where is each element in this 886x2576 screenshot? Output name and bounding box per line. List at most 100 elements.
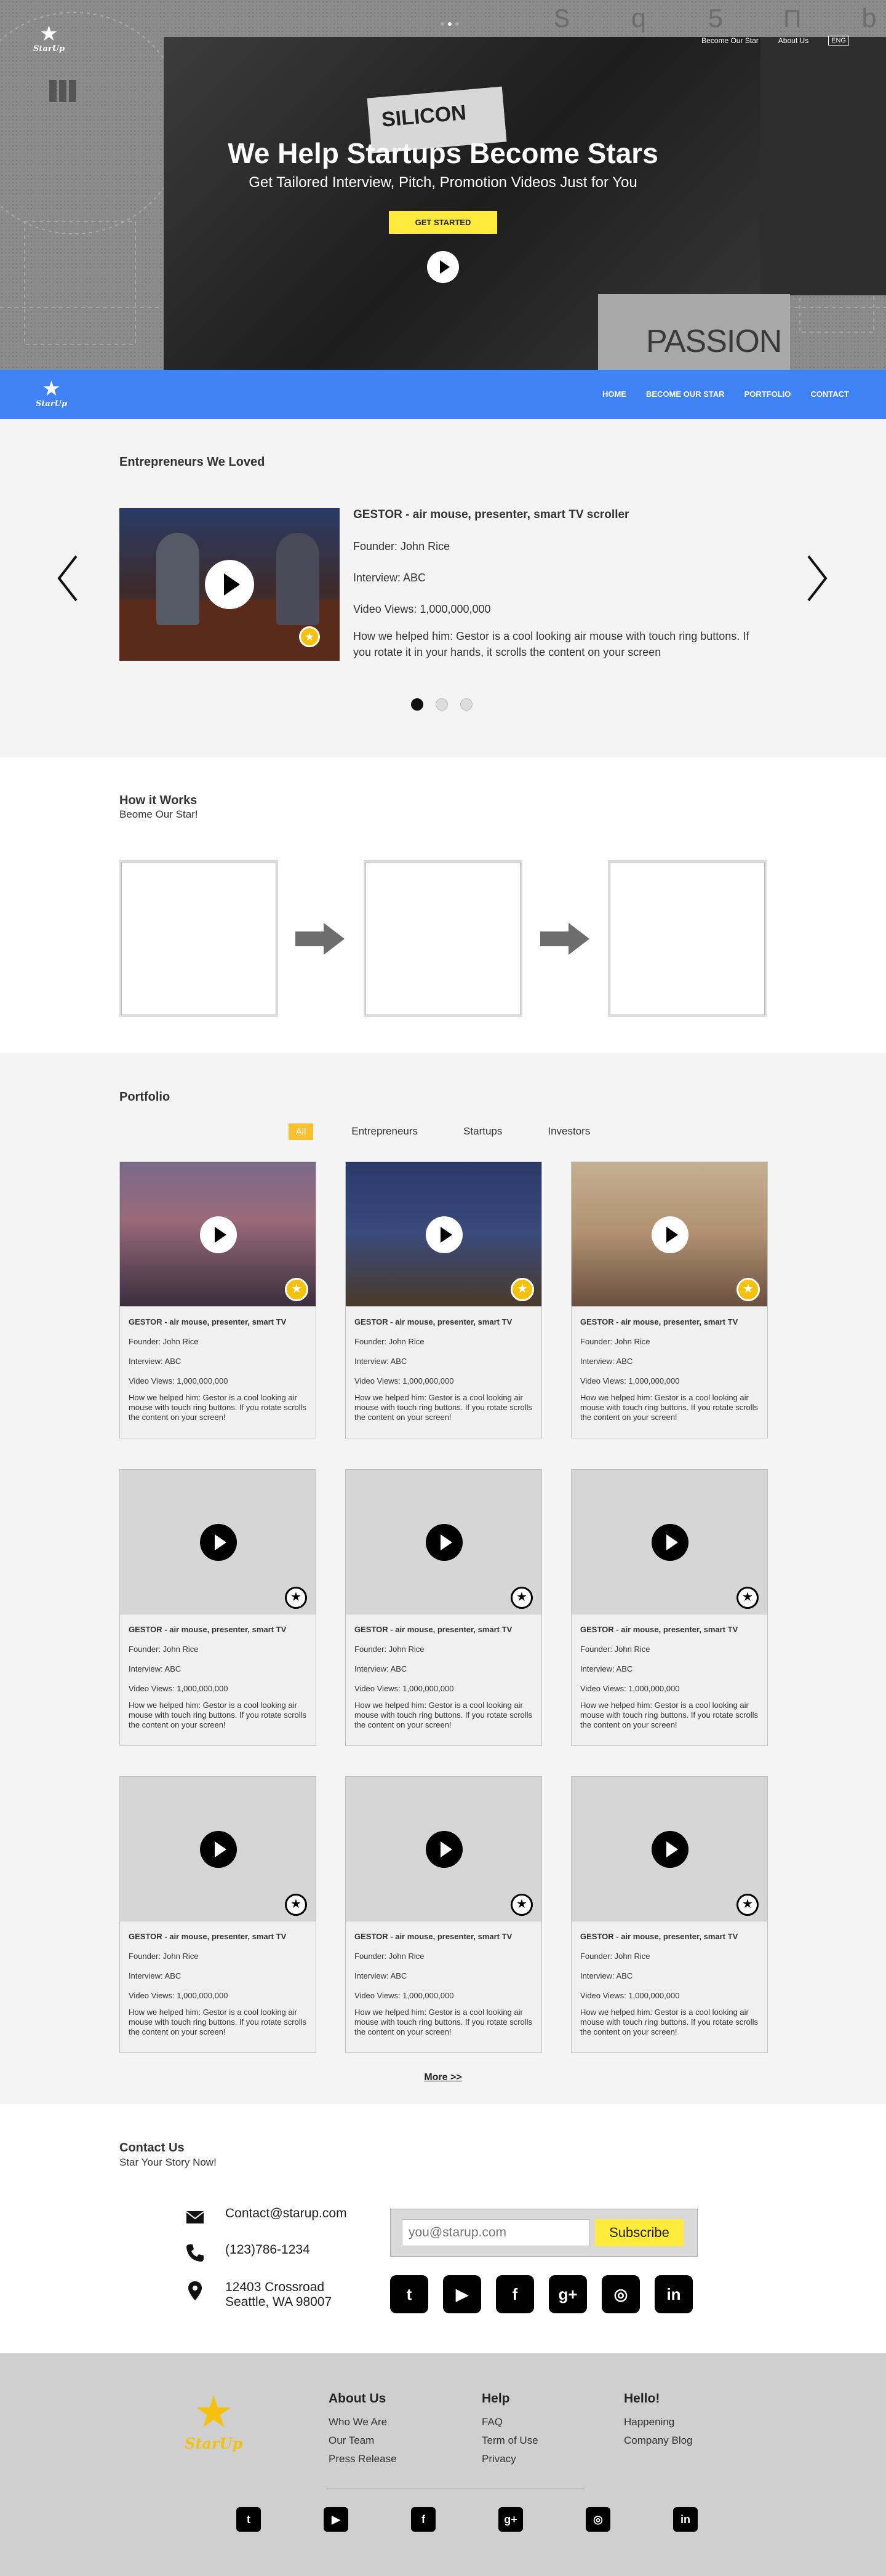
carousel-dot[interactable] [436,698,448,711]
video-thumbnail[interactable]: ★ [120,1777,316,1921]
portfolio-card[interactable]: ★ GESTOR - air mouse, presenter, smart TV… [119,1162,316,1438]
portfolio-card[interactable]: ★ GESTOR - air mouse, presenter, smart TV… [571,1162,768,1438]
hero-logo[interactable]: ★ StarUp [33,23,65,54]
footer-link-our-team[interactable]: Our Team [329,2434,397,2447]
how-it-works-title: How it Works [119,794,198,807]
hero-title: We Help Startups Become Stars [228,137,658,169]
contact-address: 12403 Crossroad Seattle, WA 98007 [225,2280,332,2310]
card-description: How we helped him: Gestor is a cool look… [580,2008,759,2036]
card-title: GESTOR - air mouse, presenter, smart TV [580,1317,738,1326]
video-thumbnail[interactable]: ★ [572,1470,767,1614]
phone-icon [186,2244,204,2262]
portfolio-filters: All Entrepreneurs Startups Investors [0,1123,886,1140]
filter-all[interactable]: All [288,1123,314,1140]
portfolio-card[interactable]: ★ GESTOR - air mouse, presenter, smart TV… [571,1469,768,1746]
instagram-icon[interactable]: ◎ [586,2507,610,2532]
step-box-2 [364,860,522,1017]
footer-link-press-release[interactable]: Press Release [329,2453,397,2465]
play-icon[interactable] [426,1524,463,1561]
filter-entrepreneurs[interactable]: Entrepreneurs [344,1123,425,1140]
play-icon[interactable] [652,1831,688,1868]
subscribe-email-input[interactable] [402,2219,589,2246]
navbar-logo[interactable]: ★ StarUp [36,378,67,409]
nav-about-us[interactable]: About Us [778,36,808,45]
video-thumbnail[interactable]: ★ [346,1162,541,1307]
hero-dot-active[interactable] [448,22,452,26]
nav-home[interactable]: HOME [602,389,626,399]
portfolio-card[interactable]: ★ GESTOR - air mouse, presenter, smart TV… [119,1776,316,2053]
card-interview: Interview: ABC [354,1971,407,1980]
star-badge-icon: ★ [285,1278,308,1301]
hero-dot[interactable] [455,22,459,26]
footer-link-happening[interactable]: Happening [624,2416,693,2428]
entrepreneur-views: Video Views: 1,000,000,000 [353,603,491,615]
carousel-dot[interactable] [460,698,473,711]
entrepreneur-founder: Founder: John Rice [353,540,450,552]
more-link[interactable]: More >> [0,2072,886,2083]
youtube-icon[interactable]: ▶ [324,2507,348,2532]
play-icon[interactable] [652,1216,688,1253]
star-badge-icon: ★ [511,1894,533,1916]
twitter-icon[interactable]: t [236,2507,261,2532]
linkedin-icon[interactable]: in [673,2507,698,2532]
footer-logo[interactable]: ★ StarUp [185,2390,242,2452]
play-icon[interactable] [652,1524,688,1561]
instagram-icon[interactable]: ◎ [602,2275,640,2313]
footer-link-who-we-are[interactable]: Who We Are [329,2416,397,2428]
portfolio-card[interactable]: ★ GESTOR - air mouse, presenter, smart TV… [345,1162,542,1438]
filter-startups[interactable]: Startups [456,1123,509,1140]
contact-title: Contact Us [119,2141,185,2155]
footer-link-faq[interactable]: FAQ [482,2416,538,2428]
card-views: Video Views: 1,000,000,000 [354,1376,454,1386]
filter-investors[interactable]: Investors [540,1123,597,1140]
entrepreneur-video-thumbnail[interactable]: ★ [119,508,340,661]
video-thumbnail[interactable]: ★ [346,1470,541,1614]
play-icon[interactable] [426,1216,463,1253]
facebook-icon[interactable]: f [411,2507,436,2532]
card-description: How we helped him: Gestor is a cool look… [580,1701,759,1729]
video-thumbnail[interactable]: ★ [572,1777,767,1921]
nav-portfolio[interactable]: PORTFOLIO [744,389,791,399]
video-thumbnail[interactable]: ★ [572,1162,767,1307]
footer-link-blog[interactable]: Company Blog [624,2434,693,2447]
hero-play-button[interactable] [427,251,459,283]
footer-link-terms[interactable]: Term of Use [482,2434,538,2447]
card-title: GESTOR - air mouse, presenter, smart TV [129,1932,287,1941]
footer-col-help: Help FAQ Term of Use Privacy [482,2391,538,2471]
twitter-icon[interactable]: t [390,2275,428,2313]
carousel-dot-active[interactable] [411,698,423,711]
card-title: GESTOR - air mouse, presenter, smart TV [354,1625,513,1634]
googleplus-icon[interactable]: g+ [498,2507,523,2532]
carousel-prev-arrow[interactable] [55,554,80,603]
youtube-icon[interactable]: ▶ [443,2275,481,2313]
nav-become-our-star[interactable]: BECOME OUR STAR [646,389,725,399]
subscribe-button[interactable]: Subscribe [595,2219,684,2246]
googleplus-icon[interactable]: g+ [549,2275,587,2313]
play-icon[interactable] [200,1216,237,1253]
language-select[interactable]: ENG [828,36,849,46]
nav-contact[interactable]: CONTACT [810,389,849,399]
play-icon[interactable] [200,1524,237,1561]
hero-dot[interactable] [441,22,444,26]
video-thumbnail[interactable]: ★ [346,1777,541,1921]
portfolio-card[interactable]: ★ GESTOR - air mouse, presenter, smart TV… [119,1469,316,1746]
linkedin-icon[interactable]: in [655,2275,693,2313]
footer-link-privacy[interactable]: Privacy [482,2453,538,2465]
portfolio-card[interactable]: ★ GESTOR - air mouse, presenter, smart TV… [345,1776,542,2053]
footer-col-title: Hello! [624,2391,660,2406]
nav-become-our-star[interactable]: Become Our Star [701,36,759,45]
play-icon[interactable] [200,1831,237,1868]
video-thumbnail[interactable]: ★ [120,1470,316,1614]
facebook-icon[interactable]: f [496,2275,534,2313]
navbar-logo-text: StarUp [36,399,68,409]
star-badge-icon: ★ [736,1278,760,1301]
portfolio-card[interactable]: ★ GESTOR - air mouse, presenter, smart TV… [571,1776,768,2053]
carousel-next-arrow[interactable] [805,554,829,603]
contact-email[interactable]: Contact@starup.com [225,2206,347,2221]
get-started-button[interactable]: GET STARTED [389,211,497,234]
hero-slider-dots [441,22,459,26]
play-icon[interactable] [205,560,254,609]
play-icon[interactable] [426,1831,463,1868]
video-thumbnail[interactable]: ★ [120,1162,316,1307]
portfolio-card[interactable]: ★ GESTOR - air mouse, presenter, smart TV… [345,1469,542,1746]
